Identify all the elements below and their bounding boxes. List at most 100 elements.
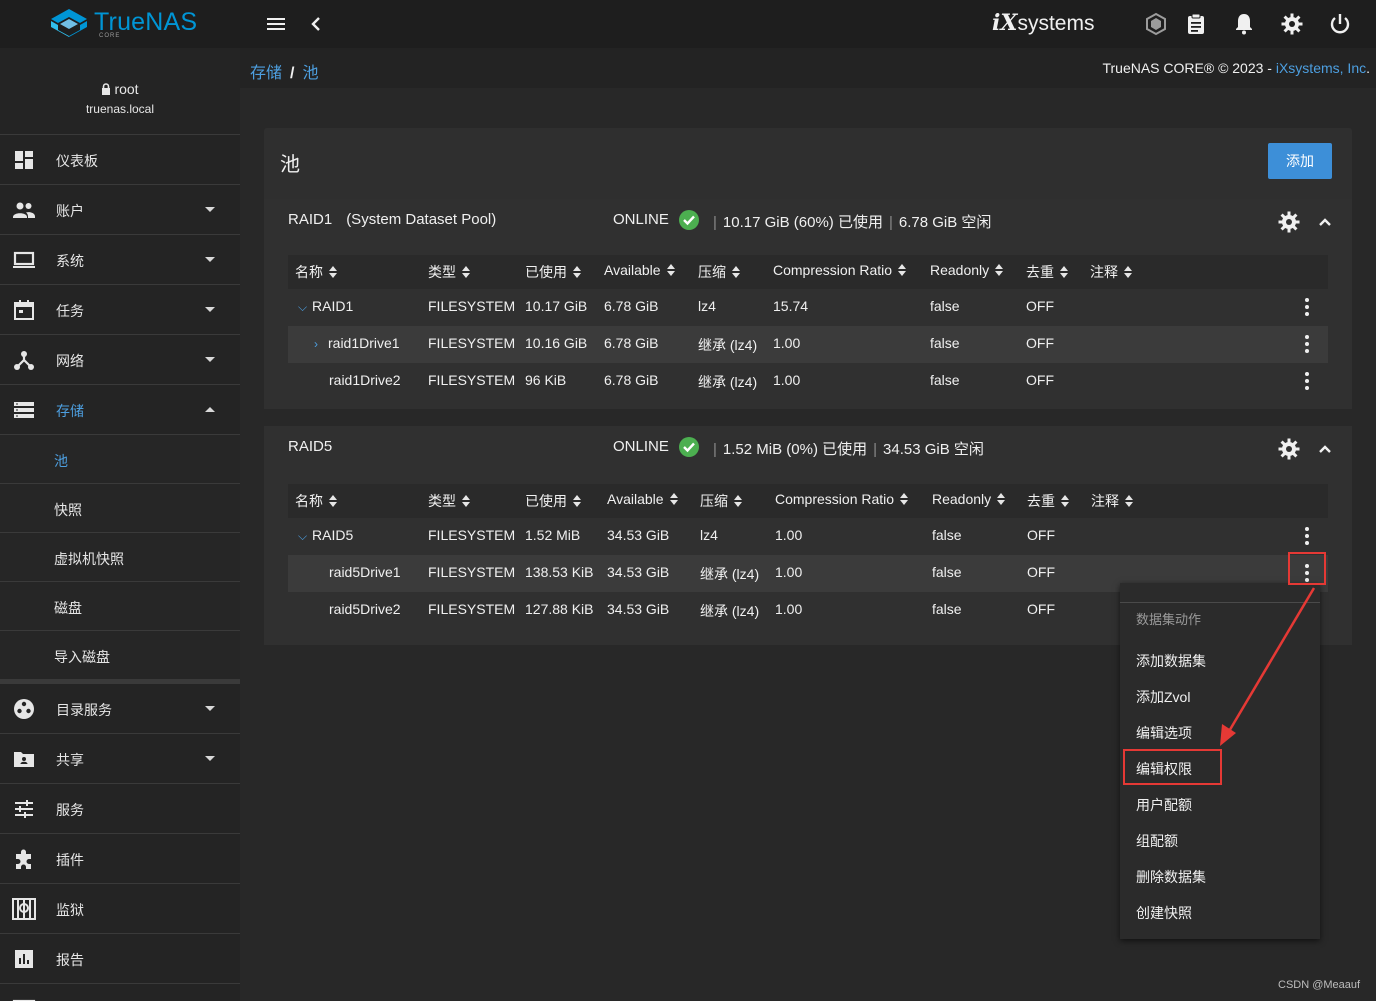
- table-row[interactable]: › raid1Drive1 FILESYSTEM 10.16 GiB 6.78 G…: [288, 326, 1328, 363]
- column-header-compression-ratio[interactable]: Compression Ratio: [775, 491, 909, 507]
- share-icon: [14, 752, 34, 767]
- pool-settings-gear-icon[interactable]: [1277, 210, 1301, 234]
- sidebar-item-dashboard[interactable]: 仪表板: [0, 135, 240, 185]
- sidebar-subitem-import-disk[interactable]: 导入磁盘: [0, 631, 240, 680]
- sidebar-item-network[interactable]: 网络: [0, 335, 240, 385]
- table-row[interactable]: ⌵ RAID1 FILESYSTEM 10.17 GiB 6.78 GiB lz4…: [288, 289, 1328, 326]
- sidebar-item-services[interactable]: 服务: [0, 784, 240, 834]
- menu-icon[interactable]: [264, 12, 288, 36]
- dataset-name-text: raid1Drive1: [328, 335, 400, 351]
- menu-item-edit-options[interactable]: 编辑选项: [1136, 723, 1192, 743]
- pool-settings-gear-icon[interactable]: [1277, 437, 1301, 461]
- column-header-name[interactable]: 名称: [295, 491, 337, 511]
- sidebar-item-directory-services[interactable]: 目录服务: [0, 684, 240, 734]
- column-header-label: 类型: [428, 493, 456, 509]
- menu-item-add-dataset[interactable]: 添加数据集: [1136, 651, 1206, 671]
- sidebar-subitem-label: 快照: [54, 502, 82, 518]
- chevron-up-icon[interactable]: [1313, 210, 1337, 234]
- table-header-row: 名称 类型 已使用 Available 压缩 Compression Ratio…: [288, 255, 1328, 289]
- table-row[interactable]: raid1Drive2 FILESYSTEM 96 KiB 6.78 GiB 继…: [288, 363, 1328, 400]
- clipboard-icon[interactable]: [1184, 12, 1208, 36]
- column-header-dedup[interactable]: 去重: [1026, 262, 1068, 282]
- column-header-readonly[interactable]: Readonly: [930, 262, 1004, 278]
- column-header-type[interactable]: 类型: [428, 491, 470, 511]
- sidebar-subitem-pools[interactable]: 池: [0, 435, 240, 484]
- dataset-readonly: false: [932, 527, 962, 543]
- column-header-comments[interactable]: 注释: [1090, 262, 1132, 282]
- sidebar-item-sharing[interactable]: 共享: [0, 734, 240, 784]
- column-header-used[interactable]: 已使用: [525, 491, 581, 511]
- dataset-type: FILESYSTEM: [428, 527, 516, 543]
- column-header-dedup[interactable]: 去重: [1027, 491, 1069, 511]
- breadcrumb-storage-link[interactable]: 存储: [250, 65, 282, 82]
- sidebar-item-reporting[interactable]: 报告: [0, 934, 240, 984]
- column-header-compression[interactable]: 压缩: [698, 262, 740, 282]
- power-icon[interactable]: [1328, 12, 1352, 36]
- dataset-name: › raid1Drive1: [314, 335, 400, 351]
- menu-item-delete-dataset[interactable]: 删除数据集: [1136, 867, 1206, 887]
- sidebar-item-system[interactable]: 系统: [0, 235, 240, 285]
- column-header-compression[interactable]: 压缩: [700, 491, 742, 511]
- gear-icon[interactable]: [1280, 12, 1304, 36]
- breadcrumb-pools-link[interactable]: 池: [302, 65, 318, 82]
- column-header-used[interactable]: 已使用: [525, 262, 581, 282]
- ixsystems-link[interactable]: iXsystems, Inc: [1276, 60, 1366, 76]
- expand-down-icon[interactable]: ⌵: [298, 300, 308, 315]
- menu-item-group-quotas[interactable]: 组配额: [1136, 831, 1178, 851]
- brand-logo[interactable]: TrueNAS CORE: [0, 0, 240, 48]
- menu-item-create-snapshot[interactable]: 创建快照: [1136, 903, 1192, 923]
- expand-right-icon[interactable]: ›: [314, 337, 324, 351]
- dataset-readonly: false: [930, 372, 960, 388]
- sidebar-item-label: 任务: [56, 303, 84, 319]
- sidebar-item-accounts[interactable]: 账户: [0, 185, 240, 235]
- menu-item-add-zvol[interactable]: 添加Zvol: [1136, 687, 1190, 707]
- column-header-readonly[interactable]: Readonly: [932, 491, 1006, 507]
- table-header-row: 名称 类型 已使用 Available 压缩 Compression Ratio…: [288, 484, 1328, 518]
- pool-free: 6.78 GiB 空闲: [898, 214, 992, 231]
- sliders-icon: [15, 800, 33, 818]
- back-chevron-icon[interactable]: [304, 12, 328, 36]
- user-info: root truenas.local: [0, 48, 240, 135]
- sidebar-item-label: 服务: [56, 802, 84, 818]
- sidebar-item-partial[interactable]: [0, 984, 240, 1001]
- sort-icon: [1125, 495, 1133, 507]
- sidebar-subitem-disks[interactable]: 磁盘: [0, 582, 240, 631]
- ixsystems-logo[interactable]: iXsystems: [992, 10, 1094, 40]
- table-row[interactable]: ⌵ RAID5 FILESYSTEM 1.52 MiB 34.53 GiB lz4…: [288, 518, 1328, 555]
- sidebar-item-jails[interactable]: 监狱: [0, 884, 240, 934]
- more-vert-icon[interactable]: [1300, 333, 1314, 355]
- chevron-up-icon[interactable]: [1313, 437, 1337, 461]
- column-header-name[interactable]: 名称: [295, 262, 337, 282]
- sort-icon: [329, 266, 337, 278]
- highlight-box-kebab: [1288, 552, 1326, 585]
- bell-icon[interactable]: [1232, 12, 1256, 36]
- dataset-table: 名称 类型 已使用 Available 压缩 Compression Ratio…: [288, 255, 1328, 400]
- add-pool-button[interactable]: 添加: [1268, 143, 1332, 179]
- sidebar-item-plugins[interactable]: 插件: [0, 834, 240, 884]
- sidebar-subitem-snapshots[interactable]: 快照: [0, 484, 240, 533]
- column-header-label: 压缩: [700, 493, 728, 509]
- column-header-available[interactable]: Available: [604, 262, 675, 278]
- column-header-comments[interactable]: 注释: [1091, 491, 1133, 511]
- dataset-compression-ratio: 15.74: [773, 298, 809, 314]
- pool-usage: | 1.52 MiB (0%) 已使用 | 34.53 GiB 空闲: [707, 438, 984, 459]
- report-icon: [15, 950, 33, 968]
- more-vert-icon[interactable]: [1300, 525, 1314, 547]
- dataset-used: 127.88 KiB: [525, 601, 594, 617]
- column-header-label: Readonly: [932, 491, 992, 507]
- more-vert-icon[interactable]: [1300, 296, 1314, 318]
- expand-down-icon[interactable]: ⌵: [298, 529, 308, 544]
- sidebar-item-storage[interactable]: 存储: [0, 385, 240, 435]
- column-header-compression-ratio[interactable]: Compression Ratio: [773, 262, 907, 278]
- sidebar-subitem-label: 虚拟机快照: [54, 551, 124, 567]
- more-vert-icon[interactable]: [1300, 370, 1314, 392]
- column-header-label: 名称: [295, 264, 323, 280]
- menu-item-user-quotas[interactable]: 用户配额: [1136, 795, 1192, 815]
- column-header-label: 去重: [1026, 264, 1054, 280]
- pool-name-text: RAID1: [288, 211, 333, 228]
- sidebar-subitem-vm-snapshots[interactable]: 虚拟机快照: [0, 533, 240, 582]
- column-header-type[interactable]: 类型: [428, 262, 470, 282]
- column-header-available[interactable]: Available: [607, 491, 678, 507]
- sidebar-item-tasks[interactable]: 任务: [0, 285, 240, 335]
- truecommand-icon[interactable]: [1144, 12, 1168, 36]
